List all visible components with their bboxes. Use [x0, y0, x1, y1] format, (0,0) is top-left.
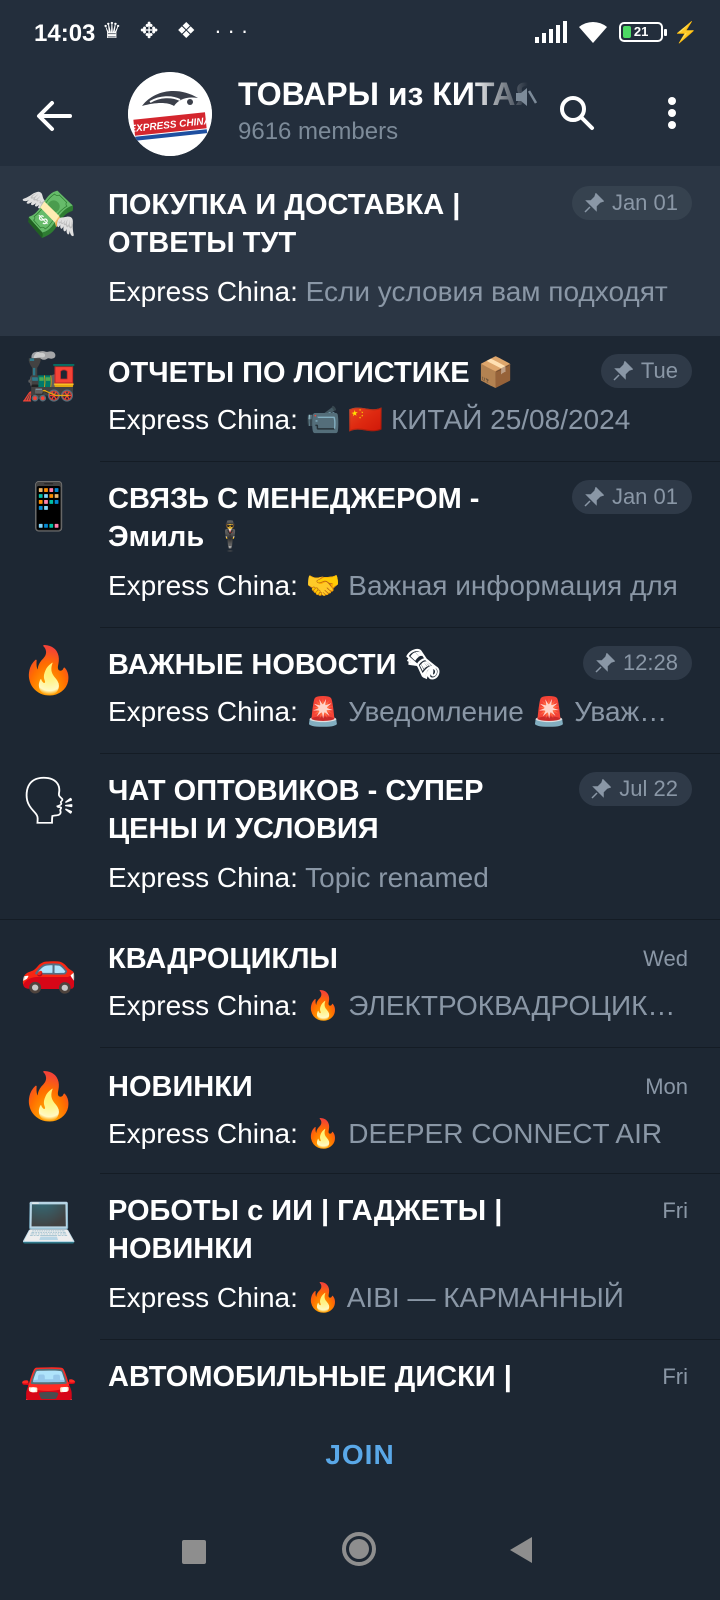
topics-list[interactable]: 💸 ПОКУПКА И ДОСТАВКА | ОТВЕТЫ ТУТ Jan 01… [0, 166, 720, 1400]
topic-icon: 🚂 [20, 350, 78, 402]
topic-title: ПОКУПКА И ДОСТАВКА | ОТВЕТЫ ТУТ [108, 189, 461, 259]
topic-icon: 🚘 [20, 1360, 78, 1400]
topic-row[interactable]: 🚘 АВТОМОБИЛЬНЫЕ ДИСКИ | Fri [0, 1340, 720, 1400]
join-bar: JOIN [0, 1400, 720, 1510]
topic-sender: Express China: [108, 990, 298, 1021]
topic-icon: 🚗 [20, 942, 78, 994]
search-icon [560, 96, 594, 130]
topic-row[interactable]: 💻 РОБОТЫ с ИИ | ГАДЖЕТЫ | НОВИНКИ Fri Ex… [0, 1174, 720, 1340]
topic-preview-text: 🤝 Важная информация для [297, 570, 678, 601]
topic-sender: Express China: [108, 862, 298, 893]
group-avatar[interactable]: EXPRESS CHINA [128, 72, 212, 156]
status-notification-icons: ♛ ✥ ❖ ··· [102, 18, 255, 43]
system-back-button[interactable] [510, 1537, 532, 1563]
topic-row[interactable]: 🚗 КВАДРОЦИКЛЫ Wed Express China: 🔥 ЭЛЕКТ… [0, 920, 720, 1048]
topic-row[interactable]: 🗣 ЧАТ ОПТОВИКОВ - СУПЕР ЦЕНЫ И УСЛОВИЯ J… [0, 754, 720, 920]
topic-sender: Express China: [108, 1282, 298, 1313]
topic-row[interactable]: 📱 СВЯЗЬ С МЕНЕДЖЕРОМ - Эмиль 🕴 Jan 01 Ex… [0, 462, 720, 628]
battery-icon: 21 [619, 22, 668, 42]
signal-icon [535, 21, 568, 43]
topic-date: 12:28 [622, 650, 678, 675]
wifi-icon [579, 21, 608, 43]
topic-date-badge: Jan 01 [571, 480, 692, 514]
topic-title: ЧАТ ОПТОВИКОВ - СУПЕР ЦЕНЫ И УСЛОВИЯ [108, 775, 484, 845]
charging-icon: ⚡ [673, 21, 698, 44]
topic-date: Fri [662, 1198, 688, 1223]
topic-title: ОТЧЕТЫ ПО ЛОГИСТИКЕ 📦 [108, 357, 514, 389]
topic-title: НОВИНКИ [108, 1071, 253, 1103]
topic-preview: Express China: 🔥 ЭЛЕКТРОКВАДРОЦИКЛЫ [108, 988, 678, 1024]
topic-sender: Express China: [108, 696, 298, 727]
topic-date: Fri [662, 1364, 688, 1389]
topic-preview: Express China: Если условия вам подходят [108, 274, 678, 310]
topic-row[interactable]: 🔥 ВАЖНЫЕ НОВОСТИ 🗞 12:28 Express China: … [0, 628, 720, 754]
topic-date-badge: 12:28 [582, 646, 692, 680]
more-vertical-icon [668, 97, 676, 129]
battery-level: 21 [633, 24, 649, 39]
topic-preview-text: 🔥 DEEPER CONNECT AIR [297, 1118, 663, 1149]
more-options-button[interactable] [650, 88, 694, 138]
topic-title: КВАДРОЦИКЛЫ [108, 943, 338, 975]
topic-row[interactable]: 💸 ПОКУПКА И ДОСТАВКА | ОТВЕТЫ ТУТ Jan 01… [0, 166, 720, 336]
topic-title: ВАЖНЫЕ НОВОСТИ 🗞 [108, 649, 442, 681]
topic-preview: Express China: 🔥 AIBI — КАРМАННЫЙ [108, 1280, 678, 1316]
topic-preview-text: 🔥 ЭЛЕКТРОКВАДРОЦИКЛЫ [297, 990, 678, 1021]
topic-preview-text: 📹 🇨🇳 КИТАЙ 25/08/2024 [297, 404, 631, 435]
topic-preview-text: 🔥 AIBI — КАРМАННЫЙ [297, 1282, 624, 1313]
pin-icon [584, 487, 604, 507]
topic-icon: 🔥 [20, 1070, 78, 1122]
chat-title[interactable]: ТОВАРЫ из КИТАЯ [238, 76, 528, 113]
status-bar: 14:03 ♛ ✥ ❖ ··· 21 ⚡ [0, 0, 720, 68]
topic-title: РОБОТЫ с ИИ | ГАДЖЕТЫ | НОВИНКИ [108, 1195, 503, 1265]
topic-sender: Express China: [108, 404, 298, 435]
topic-preview-text: 🚨 Уведомление 🚨 Уважаемые [305, 696, 678, 727]
back-button[interactable] [28, 90, 80, 142]
topic-date: Jan 01 [611, 190, 678, 215]
topic-preview: Express China: 🔥 DEEPER CONNECT AIR [108, 1116, 678, 1152]
pin-icon [613, 361, 633, 381]
topic-row[interactable]: 🚂 ОТЧЕТЫ ПО ЛОГИСТИКЕ 📦 Tue Express Chin… [0, 336, 720, 462]
topic-date: Mon [645, 1074, 688, 1099]
pin-icon [595, 653, 615, 673]
topic-date-badge: Jul 22 [579, 772, 692, 806]
search-button[interactable] [552, 88, 602, 138]
join-button[interactable]: JOIN [0, 1400, 720, 1510]
status-time: 14:03 [34, 20, 96, 47]
topic-sender: Express China: [108, 276, 298, 307]
topic-preview: Express China: Topic renamed [108, 860, 678, 896]
topic-date-badge: Jan 01 [571, 186, 692, 220]
topic-icon: 📱 [20, 480, 78, 532]
topic-icon: 💻 [20, 1192, 78, 1244]
topic-date: Tue [640, 358, 678, 383]
topic-preview-text: Если условия вам подходят [297, 276, 668, 307]
topic-sender: Express China: [108, 1118, 298, 1149]
topic-date: Jul 22 [619, 776, 678, 801]
pin-icon [584, 193, 604, 213]
topic-title: СВЯЗЬ С МЕНЕДЖЕРОМ - Эмиль 🕴 [108, 483, 480, 553]
topic-date: Jan 01 [611, 484, 678, 509]
chat-header: EXPRESS CHINA ТОВАРЫ из КИТАЯ 9616 membe… [0, 68, 720, 166]
topic-row[interactable]: 🔥 НОВИНКИ Mon Express China: 🔥 DEEPER CO… [0, 1048, 720, 1174]
topic-icon: 🔥 [20, 644, 78, 696]
topic-icon: 💸 [20, 188, 78, 240]
topic-title: АВТОМОБИЛЬНЫЕ ДИСКИ | [108, 1361, 512, 1393]
muted-icon [516, 88, 538, 106]
topic-preview-text: Topic renamed [297, 862, 489, 893]
topic-preview: Express China: 🚨 Уведомление 🚨 Уважаемые [108, 694, 678, 730]
arrow-left-icon [37, 101, 72, 131]
home-icon [349, 1539, 369, 1559]
topic-sender: Express China: [108, 570, 298, 601]
member-count: 9616 members [238, 118, 399, 145]
topic-preview: Express China: 📹 🇨🇳 КИТАЙ 25/08/2024 [108, 402, 678, 438]
topic-preview: Express China: 🤝 Важная информация для [108, 568, 678, 604]
pin-icon [591, 779, 612, 799]
recent-apps-button[interactable] [182, 1540, 206, 1564]
topic-date: Wed [643, 946, 688, 971]
express-china-logo: EXPRESS CHINA [128, 72, 212, 156]
system-navigation-bar [0, 1510, 720, 1600]
topic-date-badge: Tue [600, 354, 692, 388]
topic-icon: 🗣 [20, 774, 79, 826]
home-button[interactable] [342, 1532, 376, 1566]
